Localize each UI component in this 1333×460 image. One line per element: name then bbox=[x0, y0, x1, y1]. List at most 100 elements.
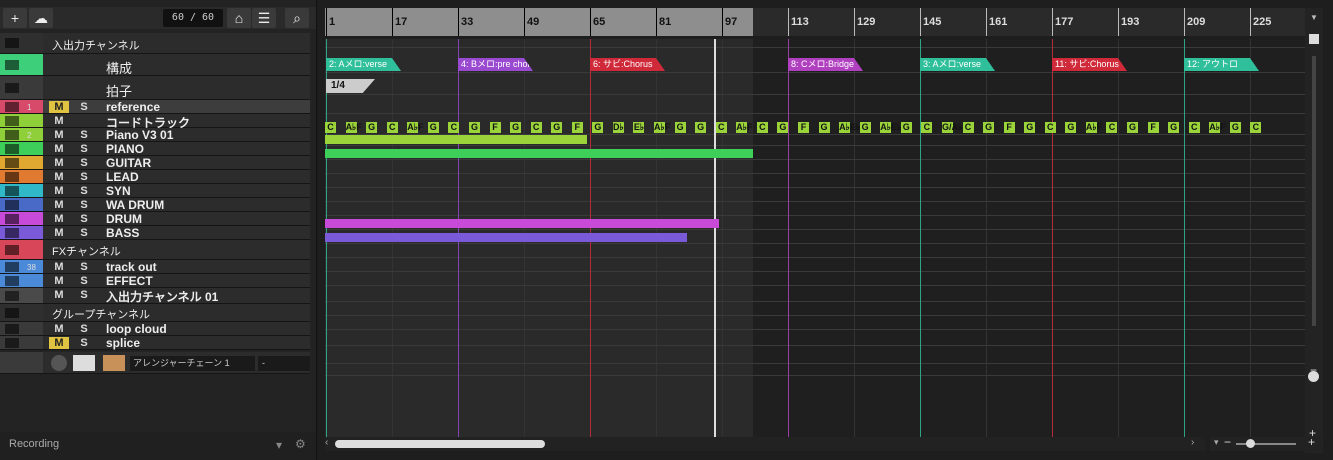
chord-event[interactable]: C bbox=[1188, 122, 1200, 133]
event-display[interactable]: 2: Aメロ:verse 4: Bメロ:pre chorus 6: サビ:Choru… bbox=[325, 39, 1305, 439]
chord-event[interactable]: A♭F bbox=[736, 122, 753, 133]
gear-icon[interactable]: ⚙ bbox=[295, 437, 306, 451]
chord-event[interactable]: G bbox=[674, 122, 686, 133]
track-row[interactable]: M S GUITAR bbox=[0, 156, 310, 170]
zoom-handle[interactable] bbox=[1246, 439, 1255, 448]
chord-event[interactable]: G bbox=[510, 122, 522, 133]
track-row[interactable]: 構成 bbox=[0, 54, 310, 76]
solo-button[interactable]: S bbox=[74, 171, 94, 183]
chord-event[interactable]: G/A♭F bbox=[941, 122, 968, 133]
arranger-marker[interactable]: 8: Cメロ:Bridge bbox=[788, 58, 863, 71]
arranger-marker[interactable]: 4: Bメロ:pre chorus bbox=[458, 58, 533, 71]
mute-button[interactable]: M bbox=[49, 185, 69, 197]
track-row[interactable]: FXチャンネル bbox=[0, 240, 310, 260]
solo-button[interactable]: S bbox=[74, 289, 94, 301]
music-note-icon[interactable] bbox=[103, 355, 125, 371]
pencil-icon[interactable] bbox=[1309, 34, 1319, 44]
chord-event[interactable]: A♭F bbox=[345, 122, 362, 133]
solo-button[interactable]: S bbox=[74, 199, 94, 211]
mute-button[interactable]: M bbox=[49, 143, 69, 155]
mute-button[interactable]: M bbox=[49, 129, 69, 141]
track-row[interactable]: M S WA DRUM bbox=[0, 198, 310, 212]
chord-event[interactable]: F bbox=[571, 122, 583, 133]
vertical-scrollbar[interactable]: ▼ − + bbox=[1305, 8, 1323, 453]
chord-event[interactable]: G bbox=[695, 122, 707, 133]
chord-event[interactable]: G bbox=[900, 122, 912, 133]
track-row[interactable]: M Sloop cloud bbox=[0, 322, 310, 336]
horizontal-zoom[interactable]: ▾ − + bbox=[1210, 435, 1322, 451]
solo-button[interactable]: S bbox=[74, 185, 94, 197]
solo-button[interactable]: S bbox=[74, 129, 94, 141]
drum-part[interactable] bbox=[325, 219, 719, 228]
home-icon[interactable]: ⌂ bbox=[227, 8, 251, 28]
horizontal-scrollbar[interactable]: ‹ › bbox=[325, 437, 1205, 451]
add-track-button[interactable]: + bbox=[3, 8, 27, 28]
mute-button[interactable]: M bbox=[49, 171, 69, 183]
timeline-ruler[interactable]: 1 17 33 49 65 81 97 113 129 145 161 177 193 209 225 bbox=[325, 8, 1305, 36]
track-row[interactable]: 2 M S Piano V3 01 bbox=[0, 128, 310, 142]
mute-button[interactable]: M bbox=[49, 261, 69, 273]
arranger-marker[interactable]: 3: Aメロ:verse bbox=[920, 58, 995, 71]
chord-event[interactable]: G bbox=[468, 122, 480, 133]
chord-event[interactable]: C bbox=[715, 122, 727, 133]
piano-v3-part[interactable] bbox=[325, 135, 587, 144]
arranger-marker[interactable]: 2: Aメロ:verse bbox=[326, 58, 401, 71]
solo-button[interactable]: S bbox=[74, 337, 94, 349]
chord-event[interactable]: G bbox=[1168, 122, 1180, 133]
mute-button[interactable]: M bbox=[49, 275, 69, 287]
chord-event[interactable]: C bbox=[962, 122, 974, 133]
mute-button[interactable]: M bbox=[49, 101, 69, 113]
search-icon[interactable]: ⌕ bbox=[285, 8, 309, 28]
arranger-marker[interactable]: 6: サビ:Chorus bbox=[590, 58, 665, 71]
mute-button[interactable]: M bbox=[49, 337, 69, 349]
chord-event[interactable]: G bbox=[1127, 122, 1139, 133]
track-row[interactable]: M Ssplice bbox=[0, 336, 310, 350]
chord-event[interactable]: A♭E♭F bbox=[839, 122, 866, 133]
track-row[interactable]: M S EFFECT bbox=[0, 274, 310, 288]
chord-event[interactable]: F bbox=[1003, 122, 1015, 133]
arranger-marker[interactable]: 11: サビ:Chorus bbox=[1052, 58, 1127, 71]
mute-button[interactable]: M bbox=[49, 213, 69, 225]
chord-event[interactable]: E♭ bbox=[633, 122, 645, 133]
chord-event[interactable]: A♭E♭F bbox=[880, 122, 907, 133]
hscroll-thumb[interactable] bbox=[335, 440, 545, 448]
track-row[interactable]: M コードトラック bbox=[0, 114, 310, 130]
track-row[interactable]: 38 M Strack out bbox=[0, 260, 310, 274]
chord-event[interactable]: A♭F bbox=[407, 122, 424, 133]
edit-icon[interactable] bbox=[51, 355, 67, 371]
chord-event[interactable]: G bbox=[551, 122, 563, 133]
mute-button[interactable]: M bbox=[49, 199, 69, 211]
chord-event[interactable]: G bbox=[366, 122, 378, 133]
chord-event[interactable]: F bbox=[489, 122, 501, 133]
track-row[interactable]: 1 M Sreference bbox=[0, 100, 310, 114]
track-row[interactable]: M S LEAD bbox=[0, 170, 310, 184]
solo-button[interactable]: S bbox=[74, 101, 94, 113]
scroll-left-icon[interactable]: ‹ bbox=[325, 437, 328, 448]
chord-event[interactable]: G bbox=[1024, 122, 1036, 133]
piano-part[interactable] bbox=[325, 149, 753, 158]
track-row[interactable]: M S DRUM bbox=[0, 212, 310, 226]
zoom-handle[interactable] bbox=[1308, 371, 1319, 382]
chord-event[interactable]: A♭F bbox=[654, 122, 670, 133]
mute-button[interactable]: M bbox=[49, 115, 69, 127]
track-row[interactable]: M S BASS bbox=[0, 226, 310, 240]
track-row[interactable]: 拍子 bbox=[0, 76, 310, 100]
add-cloud-icon[interactable]: ☁ bbox=[29, 8, 53, 28]
mute-button[interactable]: M bbox=[49, 157, 69, 169]
chord-event[interactable]: A♭F bbox=[1085, 122, 1102, 133]
solo-button[interactable]: S bbox=[74, 143, 94, 155]
solo-button[interactable]: S bbox=[74, 275, 94, 287]
chord-event[interactable]: G bbox=[1065, 122, 1077, 133]
chord-event[interactable]: G bbox=[427, 122, 439, 133]
vscroll-thumb[interactable] bbox=[1312, 56, 1316, 326]
chord-event[interactable]: A♭F bbox=[1209, 122, 1226, 133]
mute-button[interactable]: M bbox=[49, 289, 69, 301]
track-row[interactable]: 入出力チャンネル bbox=[0, 33, 310, 54]
chord-event[interactable]: C bbox=[921, 122, 933, 133]
solo-button[interactable]: S bbox=[74, 213, 94, 225]
chord-event[interactable]: F bbox=[798, 122, 809, 133]
arranger-chain-select[interactable]: アレンジャーチェーン 1 bbox=[130, 356, 255, 371]
chord-event[interactable]: C bbox=[325, 122, 336, 133]
solo-button[interactable]: S bbox=[74, 227, 94, 239]
arranger-marker[interactable]: 12: アウトロ bbox=[1184, 58, 1259, 71]
